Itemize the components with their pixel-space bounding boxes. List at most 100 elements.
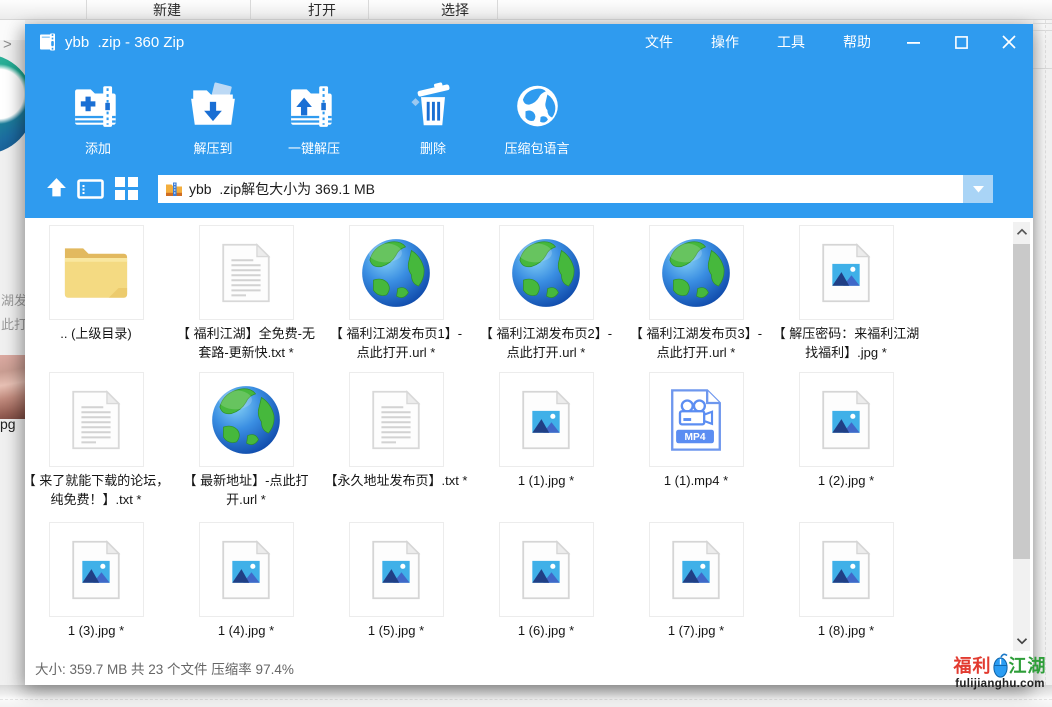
file-item[interactable]: 1 (5).jpg *	[321, 522, 471, 640]
file-item[interactable]: 【永久地址发布页】.txt *	[321, 372, 471, 509]
tab-separator	[368, 0, 369, 20]
watermark-text-right: 江湖	[1009, 652, 1047, 678]
file-icon-box	[349, 372, 444, 467]
file-item[interactable]: 1 (3).jpg *	[25, 522, 171, 640]
file-icon-box	[499, 372, 594, 467]
background-text-fragment: 湖发	[1, 290, 27, 309]
toolbar-button[interactable]: 压缩包语言	[504, 80, 569, 157]
icon-view-icon[interactable]	[115, 177, 138, 200]
address-dropdown-button[interactable]	[963, 175, 993, 203]
window-controls	[905, 24, 1017, 60]
file-name: 1 (4).jpg *	[172, 621, 320, 640]
url-file-icon	[658, 235, 734, 311]
jpg-file-icon	[820, 539, 872, 601]
file-name: 1 (5).jpg *	[322, 621, 470, 640]
scrollbar-thumb[interactable]	[1013, 244, 1030, 559]
file-icon-box	[649, 522, 744, 617]
file-icon-box	[199, 372, 294, 467]
up-directory-icon[interactable]	[45, 176, 68, 199]
menu-item[interactable]: 帮助	[843, 32, 871, 52]
screen: 新建打开选择 > 湖发 此打 pg	[0, 0, 1052, 707]
title-bar: ybb .zip - 360 Zip 文件 操作 工具 帮助	[25, 24, 1033, 60]
file-item[interactable]: 1 (2).jpg *	[771, 372, 921, 509]
archive-language-icon	[511, 80, 563, 132]
tab-separator	[86, 0, 87, 20]
tab-separator	[250, 0, 251, 20]
background-tab[interactable]: 新建	[153, 0, 181, 20]
window-title: ybb .zip - 360 Zip	[65, 24, 184, 60]
file-item[interactable]: 1 (4).jpg *	[171, 522, 321, 640]
file-name: 1 (7).jpg *	[622, 621, 770, 640]
file-icon-box	[199, 522, 294, 617]
file-name: 【 最新地址】-点此打开.url *	[172, 471, 320, 509]
file-item[interactable]: 1 (8).jpg *	[771, 522, 921, 640]
address-bar[interactable]: ybb .zip解包大小为 369.1 MB	[158, 175, 963, 203]
mp4-file-icon: MP4	[668, 387, 724, 453]
jpg-file-icon	[820, 242, 872, 304]
status-text: 大小: 359.7 MB 共 23 个文件 压缩率 97.4%	[35, 655, 294, 685]
file-icon-box	[49, 372, 144, 467]
address-row: ybb .zip解包大小为 369.1 MB	[25, 172, 1033, 206]
menu-item[interactable]: 操作	[711, 32, 739, 52]
minimize-button[interactable]	[905, 34, 921, 50]
maximize-button[interactable]	[953, 34, 969, 50]
file-item[interactable]: 【 福利江湖发布页1】- 点此打开.url *	[321, 225, 471, 362]
watermark-domain: fulijianghu.com	[950, 678, 1050, 690]
file-icon-box	[349, 225, 444, 320]
zip-app-icon	[38, 32, 58, 52]
file-item[interactable]: MP41 (1).mp4 *	[621, 372, 771, 509]
background-chevron: >	[3, 36, 12, 53]
file-name: 1 (1).jpg *	[472, 471, 620, 490]
file-item[interactable]: 1 (1).jpg *	[471, 372, 621, 509]
toolbar-button-label: 删除	[420, 138, 446, 157]
status-bar: 大小: 359.7 MB 共 23 个文件 压缩率 97.4%	[25, 655, 1033, 685]
file-item[interactable]: 1 (6).jpg *	[471, 522, 621, 640]
menu-item[interactable]: 文件	[645, 32, 673, 52]
url-file-icon	[508, 235, 584, 311]
url-file-icon	[208, 382, 284, 458]
address-text: ybb .zip解包大小为 369.1 MB	[189, 179, 375, 199]
file-row: .. (上级目录) 【 福利江湖】全免费-无套路-更新快.txt * 【 福利江…	[25, 225, 925, 362]
extract-to-icon	[187, 80, 239, 132]
background-right-edge	[1033, 20, 1052, 685]
toolbar-button[interactable]: 一键解压	[288, 80, 340, 157]
background-tab[interactable]: 打开	[308, 0, 336, 20]
background-bottom-edge	[0, 685, 1052, 707]
jpg-file-icon	[70, 539, 122, 601]
toolbar-button[interactable]: 删除	[407, 80, 459, 157]
one-click-extract-icon	[288, 80, 340, 132]
close-button[interactable]	[1001, 34, 1017, 50]
file-name: 【 福利江湖发布页1】- 点此打开.url *	[322, 324, 470, 362]
window-header: ybb .zip - 360 Zip 文件 操作 工具 帮助	[25, 24, 1033, 218]
file-icon-box	[499, 522, 594, 617]
file-item[interactable]: 【 来了就能下载的论坛，纯免费！】.txt *	[25, 372, 171, 509]
toolbar-button-label: 添加	[85, 138, 111, 157]
file-item[interactable]: 【 福利江湖发布页2】- 点此打开.url *	[471, 225, 621, 362]
file-list: 1 (3).jpg * 1 (4).jpg * 1 (5).jpg * 1 (6…	[25, 218, 1033, 655]
tab-separator	[497, 0, 498, 20]
scroll-down-button[interactable]	[1013, 631, 1030, 651]
background-text-fragment: pg	[0, 416, 16, 432]
mouse-icon	[993, 652, 1008, 678]
file-item[interactable]: 1 (7).jpg *	[621, 522, 771, 640]
toolbar-button[interactable]: 解压到	[187, 80, 239, 157]
file-item[interactable]: 【 福利江湖】全免费-无套路-更新快.txt *	[171, 225, 321, 362]
file-item[interactable]: .. (上级目录)	[25, 225, 171, 362]
toolbar-button-label: 一键解压	[288, 138, 340, 157]
file-icon-box	[199, 225, 294, 320]
details-view-icon[interactable]	[77, 179, 104, 199]
scroll-up-button[interactable]	[1013, 222, 1030, 242]
file-item[interactable]: 【 解压密码：来福利江湖找福利】.jpg *	[771, 225, 921, 362]
file-item[interactable]: 【 福利江湖发布页3】- 点此打开.url *	[621, 225, 771, 362]
file-icon-box	[799, 522, 894, 617]
zip-file-icon	[165, 180, 183, 198]
menu-item[interactable]: 工具	[777, 32, 805, 52]
file-name: 【 来了就能下载的论坛，纯免费！】.txt *	[25, 471, 170, 509]
background-tab[interactable]: 选择	[441, 0, 469, 20]
toolbar-button[interactable]: 添加	[72, 80, 124, 157]
file-icon-box	[499, 225, 594, 320]
file-item[interactable]: 【 最新地址】-点此打开.url *	[171, 372, 321, 509]
file-name: 【 解压密码：来福利江湖找福利】.jpg *	[772, 324, 920, 362]
zip-window: ybb .zip - 360 Zip 文件 操作 工具 帮助	[25, 24, 1033, 685]
file-name: 【 福利江湖】全免费-无套路-更新快.txt *	[172, 324, 320, 362]
